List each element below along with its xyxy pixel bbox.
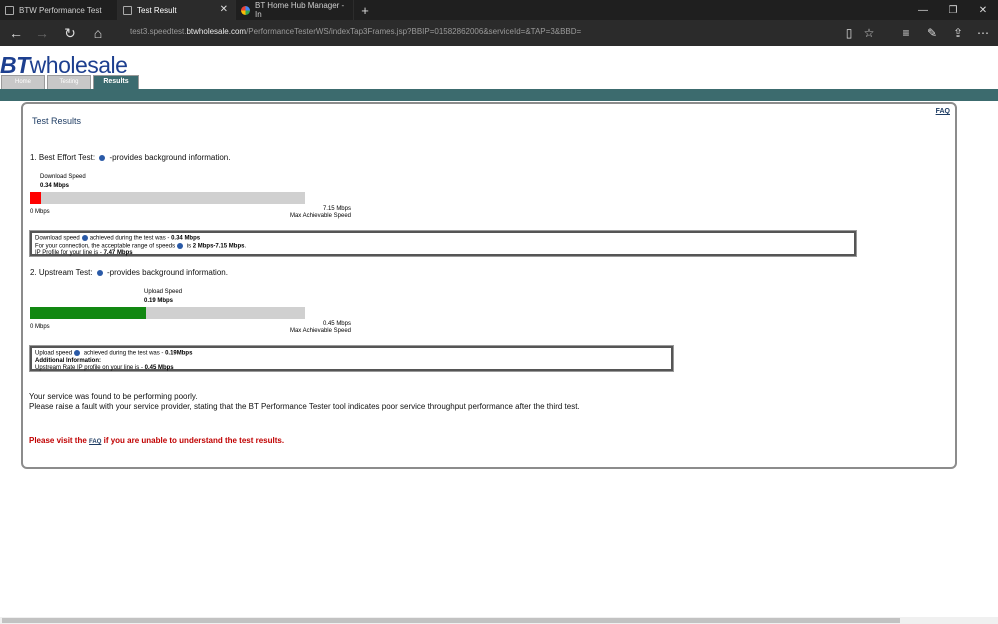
page-icon [5,5,14,15]
page-title: Test Results [32,116,82,126]
download-speed-label: Download Speed [40,174,86,180]
header-band [0,89,998,101]
minimize-icon[interactable]: — [908,0,938,20]
home-icon[interactable]: ⌂ [86,23,110,43]
download-speed-bar [30,192,305,204]
close-tab-icon[interactable]: ✕ [220,4,228,15]
result-message-line-2: Please raise a fault with your service p… [29,402,580,411]
tab-title: BTW Performance Test [19,5,102,15]
upload-min-label: 0 Mbps [30,324,50,330]
back-icon[interactable]: ← [4,23,28,43]
upload-speed-label: Upload Speed [144,289,183,295]
download-max-value: 7.15 Mbps [322,206,351,212]
page-icon [123,5,132,15]
tab-btw-performance-test[interactable]: BTW Performance Test [0,0,118,20]
upload-info-line-2: Additional Information: [35,357,101,364]
help-icon[interactable] [74,350,81,356]
download-max-label: Max Achievable Speed [289,213,351,219]
result-message: Your service was found to be performing … [29,392,580,412]
browser-tab-bar: BTW Performance Test Test Result ✕ BT Ho… [0,0,998,20]
google-icon [241,5,250,15]
results-panel: Test Results FAQ 1. Best Effort Test: -p… [21,102,957,469]
download-info-box: Download speed achieved during the test w… [29,230,857,257]
horizontal-scrollbar[interactable] [0,617,998,624]
upload-speed-value: 0.19 Mbps [144,298,174,304]
download-speed-fill [30,192,41,204]
reading-view-icon[interactable]: ▯ [838,23,860,43]
maximize-icon[interactable]: ❐ [938,0,968,20]
help-icon[interactable] [99,154,106,161]
download-info-line-3: IP Profile for your line is - 7.47 Mbps [35,250,133,257]
faq-inline-link[interactable]: FAQ [89,439,101,445]
download-min-label: 0 Mbps [30,209,50,215]
visit-faq-message: Please visit the FAQ if you are unable t… [29,436,285,445]
more-icon[interactable]: ⋯ [972,23,994,43]
refresh-icon[interactable]: ↻ [58,23,82,43]
scrollbar-thumb[interactable] [2,618,900,623]
upload-speed-fill [30,307,146,319]
upload-speed-bar [30,307,305,319]
address-bar: ← → ↻ ⌂ test3.speedtest.btwholesale.com/… [0,20,998,46]
tab-title: BT Home Hub Manager - In [255,1,345,19]
download-info-line-1: Download speed achieved during the test w… [35,235,201,242]
hub-menu-icon[interactable]: ≡ [895,23,917,43]
help-icon[interactable] [81,235,88,241]
tab-test-result[interactable]: Test Result ✕ [118,0,236,20]
new-tab-button[interactable]: + [354,0,376,20]
faq-link[interactable]: FAQ [936,108,950,115]
url-field[interactable]: test3.speedtest.btwholesale.com/Performa… [130,27,581,36]
result-message-line-1: Your service was found to be performing … [29,392,198,401]
favorite-star-icon[interactable]: ☆ [858,23,880,43]
upload-info-line-1: Upload speed achieved during the test wa… [35,350,193,357]
web-note-icon[interactable]: ✎ [921,23,943,43]
share-icon[interactable]: ⇪ [947,23,969,43]
tab-title: Test Result [137,5,177,15]
best-effort-heading: 1. Best Effort Test: -provides backgroun… [30,153,231,162]
upload-info-box: Upload speed achieved during the test wa… [29,345,674,372]
site-nav: Home Testing Results [1,75,141,89]
upload-info-line-3: Upstream Rate IP profile on your line is… [35,364,174,371]
nav-tab-results[interactable]: Results [93,75,139,89]
close-window-icon[interactable]: ✕ [968,0,998,20]
download-speed-value: 0.34 Mbps [40,183,70,189]
nav-tab-testing[interactable]: Testing [47,75,91,89]
help-icon[interactable] [177,242,184,249]
download-info-line-2: For your connection, the acceptable rang… [35,242,247,250]
help-icon[interactable] [96,269,103,276]
tab-bt-home-hub[interactable]: BT Home Hub Manager - In [236,0,354,20]
upstream-heading: 2. Upstream Test: -provides background i… [30,268,228,277]
nav-tab-home[interactable]: Home [1,75,45,89]
window-controls: — ❐ ✕ [908,0,998,20]
forward-icon[interactable]: → [30,23,54,43]
upload-max-value: 0.45 Mbps [322,321,351,327]
upload-max-label: Max Achievable Speed [289,328,351,334]
